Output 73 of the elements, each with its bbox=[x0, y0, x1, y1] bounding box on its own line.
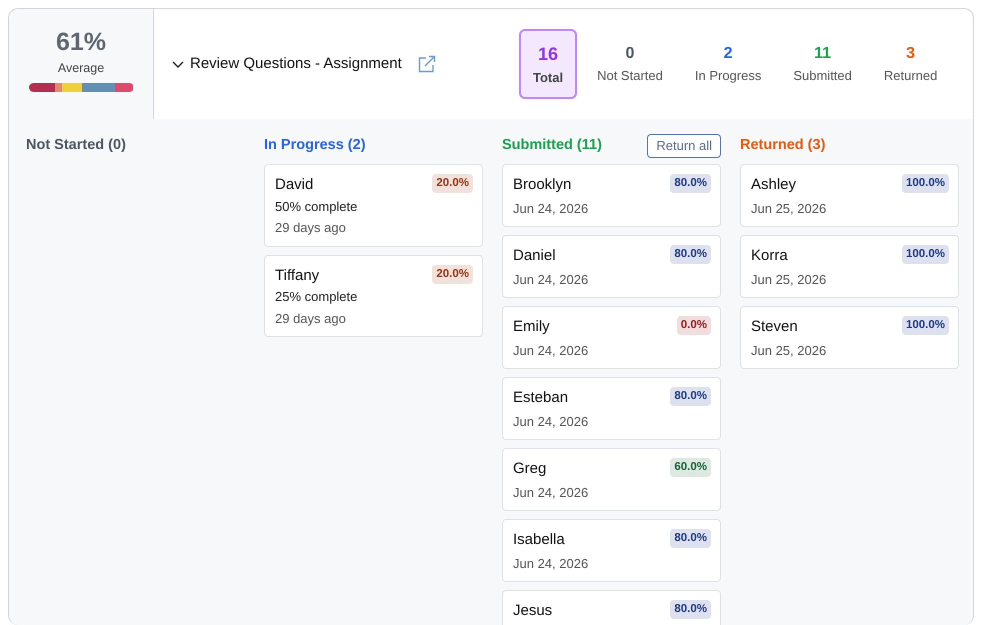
return-all-button[interactable]: Return all bbox=[647, 134, 721, 158]
progress-text: 50% complete bbox=[275, 198, 358, 216]
stat-count: 3 bbox=[906, 44, 916, 64]
date-text: Jun 25, 2026 bbox=[751, 200, 828, 218]
student-name: Steven bbox=[751, 317, 798, 337]
external-link-icon[interactable] bbox=[418, 55, 436, 73]
stat-label: Total bbox=[533, 68, 564, 87]
student-card[interactable]: Steven 100.0% Jun 25, 2026 bbox=[740, 306, 959, 369]
score-badge: 80.0% bbox=[670, 387, 711, 406]
average-label: Average bbox=[58, 60, 104, 77]
date-text: Jun 24, 2026 bbox=[513, 554, 590, 572]
stat-label: Not Started bbox=[597, 67, 663, 86]
student-name: David bbox=[275, 175, 314, 195]
score-badge: 60.0% bbox=[670, 458, 711, 478]
score-badge: 80.0% bbox=[670, 600, 711, 620]
student-name: Esteban bbox=[513, 388, 568, 408]
student-card[interactable]: Tiffany 20.0% 25% complete 29 days ago bbox=[264, 254, 483, 337]
column-title: Submitted (11) bbox=[502, 136, 602, 156]
stat-count: 16 bbox=[538, 42, 558, 66]
student-card[interactable]: Isabella 80.0% Jun 24, 2026 bbox=[502, 519, 721, 582]
date-text: Jun 24, 2026 bbox=[513, 342, 590, 360]
stat-count: 0 bbox=[626, 44, 634, 64]
stat-filter[interactable]: 0 Not Started bbox=[581, 29, 679, 99]
stat-filter[interactable]: 16 Total bbox=[519, 29, 578, 99]
student-name: Brooklyn bbox=[513, 175, 572, 195]
student-card[interactable]: David 20.0% 50% complete 29 days ago bbox=[264, 164, 483, 246]
student-card[interactable]: Esteban 80.0% Jun 24, 2026 bbox=[502, 377, 721, 440]
score-badge: 80.0% bbox=[670, 174, 711, 194]
stat-filter[interactable]: 11 Submitted bbox=[777, 29, 868, 99]
date-text: Jun 25, 2026 bbox=[751, 342, 828, 360]
assignment-title: Review Questions - Assignment bbox=[190, 54, 402, 74]
score-badge: 80.0% bbox=[670, 245, 711, 264]
score-badge: 100.0% bbox=[902, 174, 949, 194]
student-card[interactable]: Daniel 80.0% Jun 24, 2026 bbox=[502, 235, 721, 298]
stat-label: In Progress bbox=[694, 67, 762, 86]
student-name: Emily bbox=[513, 317, 550, 337]
stat-count: 11 bbox=[814, 44, 832, 64]
student-card[interactable]: Greg 60.0% Jun 24, 2026 bbox=[502, 448, 721, 511]
date-text: 29 days ago bbox=[275, 310, 347, 328]
date-text: Jun 24, 2026 bbox=[513, 200, 590, 218]
score-badge: 20.0% bbox=[432, 264, 473, 284]
date-text: Jun 24, 2026 bbox=[513, 412, 590, 430]
average-value: 61% bbox=[56, 29, 106, 56]
student-card[interactable]: Jesus 80.0% bbox=[502, 590, 721, 625]
score-badge: 0.0% bbox=[676, 316, 711, 336]
date-text: Jun 24, 2026 bbox=[513, 270, 590, 288]
score-badge: 20.0% bbox=[432, 174, 473, 194]
date-text: Jun 24, 2026 bbox=[513, 484, 590, 502]
student-card[interactable]: Korra 100.0% Jun 25, 2026 bbox=[740, 235, 959, 298]
stat-label: Returned bbox=[884, 67, 938, 86]
date-text: 29 days ago bbox=[275, 219, 347, 237]
student-name: Greg bbox=[513, 459, 546, 479]
student-name: Daniel bbox=[513, 246, 556, 266]
stat-filter[interactable]: 2 In Progress bbox=[678, 29, 778, 99]
student-name: Isabella bbox=[513, 530, 565, 550]
student-name: Tiffany bbox=[275, 266, 320, 286]
column-title: In Progress (2) bbox=[264, 136, 366, 156]
stat-count: 2 bbox=[724, 44, 733, 64]
student-card[interactable]: Brooklyn 80.0% Jun 24, 2026 bbox=[502, 164, 721, 227]
score-badge: 100.0% bbox=[902, 245, 949, 264]
progress-text: 25% complete bbox=[275, 288, 358, 306]
date-text: Jun 25, 2026 bbox=[751, 270, 828, 288]
student-name: Ashley bbox=[751, 175, 796, 195]
column-title: Returned (3) bbox=[740, 136, 826, 156]
score-badge: 80.0% bbox=[670, 529, 711, 548]
score-badge: 100.0% bbox=[902, 316, 949, 336]
column-title: Not Started (0) bbox=[26, 136, 126, 156]
student-card[interactable]: Emily 0.0% Jun 24, 2026 bbox=[502, 306, 721, 369]
student-name: Jesus bbox=[513, 601, 552, 621]
student-name: Korra bbox=[751, 246, 788, 266]
stat-label: Submitted bbox=[793, 67, 852, 86]
student-card[interactable]: Ashley 100.0% Jun 25, 2026 bbox=[740, 164, 959, 227]
stat-filter[interactable]: 3 Returned bbox=[868, 29, 954, 99]
